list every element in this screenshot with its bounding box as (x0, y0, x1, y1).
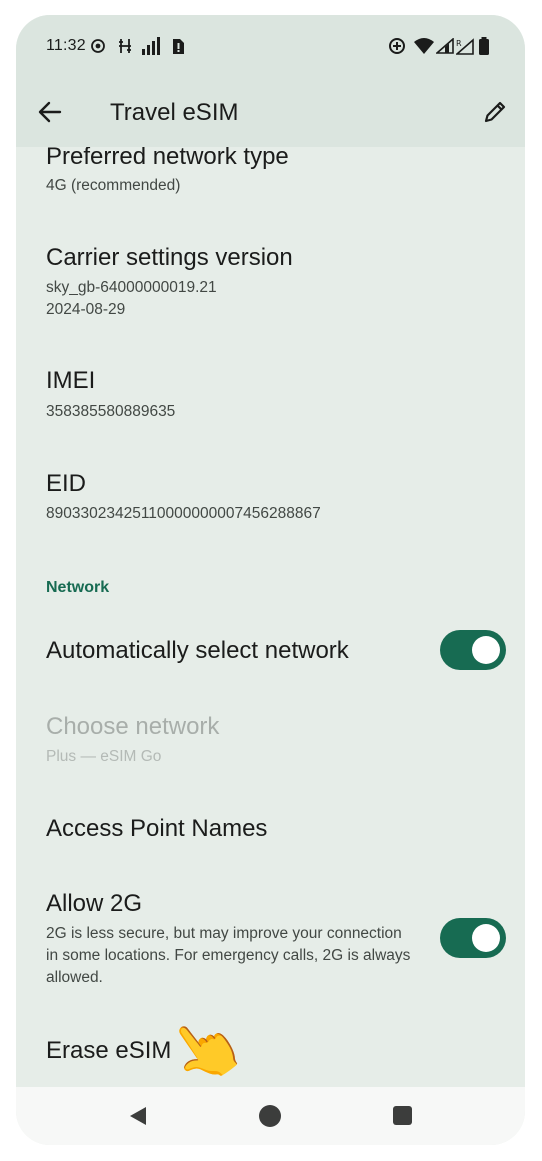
carrier-settings-title: Carrier settings version (46, 244, 293, 271)
settings-list: Preferred network type 4G (recommended) … (16, 147, 525, 1087)
access-point-names-title: Access Point Names (46, 815, 268, 842)
toggle-knob (472, 924, 500, 952)
back-arrow-icon (38, 101, 62, 123)
battery-icon (478, 37, 490, 55)
settings-sync-icon (118, 37, 132, 55)
roaming-signal-icon: R (456, 37, 474, 55)
signal-bars-icon (142, 37, 162, 55)
preferred-network-title: Preferred network type (46, 147, 289, 170)
network-section-header: Network (46, 579, 110, 596)
carrier-settings-date: 2024-08-29 (46, 301, 126, 318)
edit-button[interactable] (481, 98, 509, 126)
signal-icon (436, 37, 454, 55)
sim-alert-icon (171, 37, 185, 55)
eid-title: EID (46, 470, 87, 497)
data-saver-icon (388, 37, 406, 55)
preferred-network-value: 4G (recommended) (46, 177, 181, 194)
status-time: 11:32 (46, 37, 86, 54)
toggle-knob (472, 636, 500, 664)
back-button[interactable] (36, 98, 64, 126)
erase-esim-title: Erase eSIM (46, 1037, 172, 1064)
choose-network-value: Plus — eSIM Go (46, 748, 162, 765)
carrier-settings-version: sky_gb-64000000019.21 (46, 279, 217, 296)
auto-select-network-title: Automatically select network (46, 637, 349, 664)
nav-home-icon[interactable] (259, 1105, 281, 1127)
allow-2g-title: Allow 2G (46, 890, 143, 917)
nav-recents-icon[interactable] (393, 1106, 412, 1125)
app-bar: Travel eSIM (16, 77, 525, 147)
imei-title: IMEI (46, 367, 96, 394)
edit-pencil-icon (484, 101, 506, 123)
system-nav-bar (16, 1087, 525, 1145)
auto-select-network-toggle[interactable] (440, 630, 506, 670)
phone-screen: 11:32 R Travel eSIM Preferred network ty… (16, 15, 525, 1145)
eid-value: 89033023425110000000007456288867 (46, 505, 321, 522)
allow-2g-toggle[interactable] (440, 918, 506, 958)
svg-text:R: R (456, 39, 462, 48)
imei-value: 358385580889635 (46, 403, 176, 420)
nav-back-icon[interactable] (128, 1106, 148, 1131)
location-target-icon (90, 37, 106, 55)
wifi-icon (414, 37, 434, 55)
status-bar: 11:32 R (16, 15, 525, 77)
choose-network-title: Choose network (46, 713, 220, 740)
allow-2g-description: 2G is less secure, but may improve your … (46, 925, 411, 986)
page-title: Travel eSIM (110, 99, 239, 126)
